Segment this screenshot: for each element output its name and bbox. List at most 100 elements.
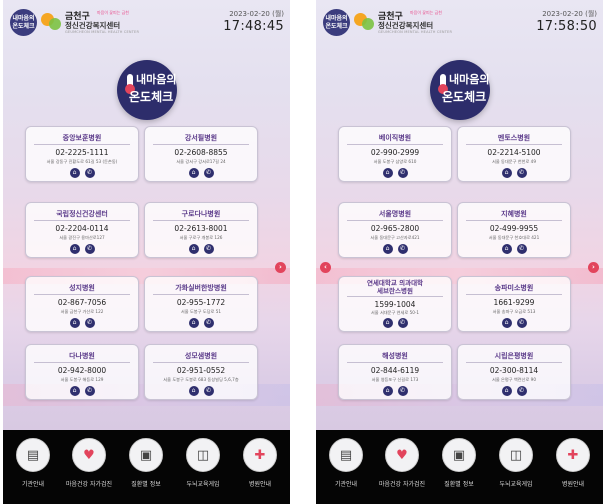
home-icon[interactable]: ⌂: [501, 318, 512, 328]
phone-icon[interactable]: ✆: [203, 244, 214, 254]
nav-hospital-info[interactable]: ✚ 병원안내: [235, 438, 285, 498]
home-icon[interactable]: ⌂: [69, 168, 80, 178]
center-logo-icon: [354, 11, 376, 33]
phone-icon[interactable]: ✆: [84, 318, 95, 328]
center-logo-icon: [41, 11, 63, 33]
hospital-card[interactable]: 다나병원 02-942-8000 서울 도봉구 해등로 129 ⌂ ✆: [25, 344, 139, 400]
header: 내마음의 온도체크 금천구 마음이 꽃피는 금천 정신건강복지센터 GEUMCHE…: [316, 0, 603, 42]
home-icon[interactable]: ⌂: [501, 386, 512, 396]
temperature-check-emblem: 내마음의 온도체크: [117, 60, 177, 120]
hospital-card[interactable]: 가화실버한방병원 02-955-1772 서울 도봉구 도당로 51 ⌂ ✆: [144, 276, 258, 332]
clipboard-icon: ▣: [129, 438, 163, 472]
home-icon[interactable]: ⌂: [382, 244, 393, 254]
home-icon[interactable]: ⌂: [69, 244, 80, 254]
home-icon[interactable]: ⌂: [69, 318, 80, 328]
phone-icon[interactable]: ✆: [516, 244, 527, 254]
hospital-card[interactable]: 송파미소병원 1661-9299 서울 송파구 오금로 513 ⌂ ✆: [457, 276, 571, 332]
hospital-address: 서울 금천구 가산로 122: [60, 309, 104, 314]
hospital-card[interactable]: 시립은평병원 02-300-8114 서울 은평구 백련산로 90 ⌂ ✆: [457, 344, 571, 400]
hospital-phone: 02-499-9955: [489, 224, 539, 233]
hospital-address: 서울 광진구 용마산로127: [59, 235, 105, 240]
thermometer-icon: [125, 74, 135, 94]
phone-icon[interactable]: ✆: [84, 386, 95, 396]
phone-icon[interactable]: ✆: [84, 168, 95, 178]
hospital-phone: 02-965-2800: [370, 224, 420, 233]
hospital-icon: ✚: [243, 438, 277, 472]
nav-brain-game[interactable]: ◫ 두뇌교육게임: [491, 438, 541, 498]
app-logo[interactable]: 내마음의 온도체크: [323, 9, 350, 36]
hospital-card[interactable]: 해성병원 02-844-6119 서울 영등포구 신길로 173 ⌂ ✆: [338, 344, 452, 400]
hospital-phone: 02-844-6119: [370, 366, 420, 375]
hospital-name: 송파미소병원: [494, 284, 534, 292]
home-icon[interactable]: ⌂: [188, 386, 199, 396]
phone-icon[interactable]: ✆: [516, 318, 527, 328]
hospital-name: 중앙보훈병원: [62, 134, 102, 142]
header: 내마음의 온도체크 금천구 마음이 꽃피는 금천 정신건강복지센터 GEUMCHE…: [3, 0, 290, 42]
hospital-name: 지혜병원: [501, 210, 527, 218]
hospital-card[interactable]: 국립정신건강센터 02-2204-0114 서울 광진구 용마산로127 ⌂ ✆: [25, 202, 139, 258]
hospital-address: 서울 도봉구 삼양로 610: [373, 159, 417, 164]
next-page-button[interactable]: ›: [588, 262, 599, 273]
hospital-address: 서울 동대문구 고산자로421: [370, 235, 420, 240]
home-icon[interactable]: ⌂: [501, 244, 512, 254]
phone-icon[interactable]: ✆: [397, 386, 408, 396]
home-icon[interactable]: ⌂: [69, 386, 80, 396]
phone-icon[interactable]: ✆: [397, 168, 408, 178]
kiosk-screen-2: 내마음의 온도체크 금천구 마음이 꽃피는 금천 정신건강복지센터 GEUMCHE…: [316, 0, 603, 504]
book-icon: ▤: [329, 438, 363, 472]
hospital-card[interactable]: 멘토스병원 02-2214-5100 서울 동대문구 천천로 49 ⌂ ✆: [457, 126, 571, 182]
hospital-phone: 02-300-8114: [489, 366, 539, 375]
hospital-card[interactable]: 지혜병원 02-499-9955 서울 동대문구 천호대로 421 ⌂ ✆: [457, 202, 571, 258]
app-logo[interactable]: 내마음의 온도체크: [10, 9, 37, 36]
home-icon[interactable]: ⌂: [382, 318, 393, 328]
nav-disease-info[interactable]: ▣ 질환별 정보: [434, 438, 484, 498]
nav-brain-game[interactable]: ◫ 두뇌교육게임: [178, 438, 228, 498]
phone-icon[interactable]: ✆: [516, 386, 527, 396]
hospital-name: 연세대학교 의과대학 세브란스병원: [366, 279, 424, 295]
phone-icon[interactable]: ✆: [203, 168, 214, 178]
nav-agency-info[interactable]: ▤ 기관안내: [321, 438, 371, 498]
hospital-card[interactable]: 성지병원 02-867-7056 서울 금천구 가산로 122 ⌂ ✆: [25, 276, 139, 332]
book-icon: ▤: [16, 438, 50, 472]
hospital-card[interactable]: 중앙보훈병원 02-2225-1111 서울 강동구 진황도로 61길 53 (…: [25, 126, 139, 182]
gamepad-icon: ◫: [186, 438, 220, 472]
hospital-card[interactable]: 서울명병원 02-965-2800 서울 동대문구 고산자로421 ⌂ ✆: [338, 202, 452, 258]
next-page-button[interactable]: ›: [275, 262, 286, 273]
hospital-name: 해성병원: [382, 352, 408, 360]
clock: 17:58:50: [536, 19, 597, 34]
nav-disease-info[interactable]: ▣ 질환별 정보: [121, 438, 171, 498]
bottom-nav: ▤ 기관안내 ♥ 마음건강 자가검진 ▣ 질환별 정보 ◫ 두뇌교육게임 ✚ 병…: [316, 430, 603, 504]
phone-icon[interactable]: ✆: [397, 244, 408, 254]
phone-icon[interactable]: ✆: [84, 244, 95, 254]
home-icon[interactable]: ⌂: [188, 318, 199, 328]
hospital-name: 시립은평병원: [494, 352, 534, 360]
home-icon[interactable]: ⌂: [188, 168, 199, 178]
hospital-name: 베이직병원: [378, 134, 412, 142]
nav-self-check[interactable]: ♥ 마음건강 자가검진: [377, 438, 427, 498]
nav-agency-info[interactable]: ▤ 기관안내: [8, 438, 58, 498]
home-icon[interactable]: ⌂: [188, 244, 199, 254]
center-english-name: GEUMCHEON MENTAL HEALTH CENTER: [65, 30, 140, 34]
hospital-card[interactable]: 연세대학교 의과대학 세브란스병원 1599-1004 서울 서대문구 연세로 …: [338, 276, 452, 332]
hospital-phone: 02-990-2999: [370, 148, 420, 157]
hospital-card[interactable]: 구로다나병원 02-2613-8001 서울 구로구 개봉로 126 ⌂ ✆: [144, 202, 258, 258]
hospital-name: 강서필병원: [184, 134, 218, 142]
hospital-card[interactable]: 강서필병원 02-2608-8855 서울 강서구 강서로17길 24 ⌂ ✆: [144, 126, 258, 182]
prev-page-button[interactable]: ‹: [320, 262, 331, 273]
phone-icon[interactable]: ✆: [516, 168, 527, 178]
hospital-phone: 02-2613-8001: [174, 224, 228, 233]
home-icon[interactable]: ⌂: [501, 168, 512, 178]
home-icon[interactable]: ⌂: [382, 386, 393, 396]
phone-icon[interactable]: ✆: [397, 318, 408, 328]
phone-icon[interactable]: ✆: [203, 386, 214, 396]
hospital-card[interactable]: 베이직병원 02-990-2999 서울 도봉구 삼양로 610 ⌂ ✆: [338, 126, 452, 182]
phone-icon[interactable]: ✆: [203, 318, 214, 328]
nav-hospital-info[interactable]: ✚ 병원안내: [548, 438, 598, 498]
hospital-address: 서울 송파구 오금로 513: [492, 309, 536, 314]
thermometer-icon: [438, 74, 448, 94]
home-icon[interactable]: ⌂: [382, 168, 393, 178]
hospital-card[interactable]: 성모샘병원 02-951-0552 서울 도봉구 도봉로 683 동성빌딩 5,…: [144, 344, 258, 400]
nav-self-check[interactable]: ♥ 마음건강 자가검진: [64, 438, 114, 498]
hospital-name: 다나병원: [69, 352, 95, 360]
hospital-phone: 02-2204-0114: [55, 224, 109, 233]
